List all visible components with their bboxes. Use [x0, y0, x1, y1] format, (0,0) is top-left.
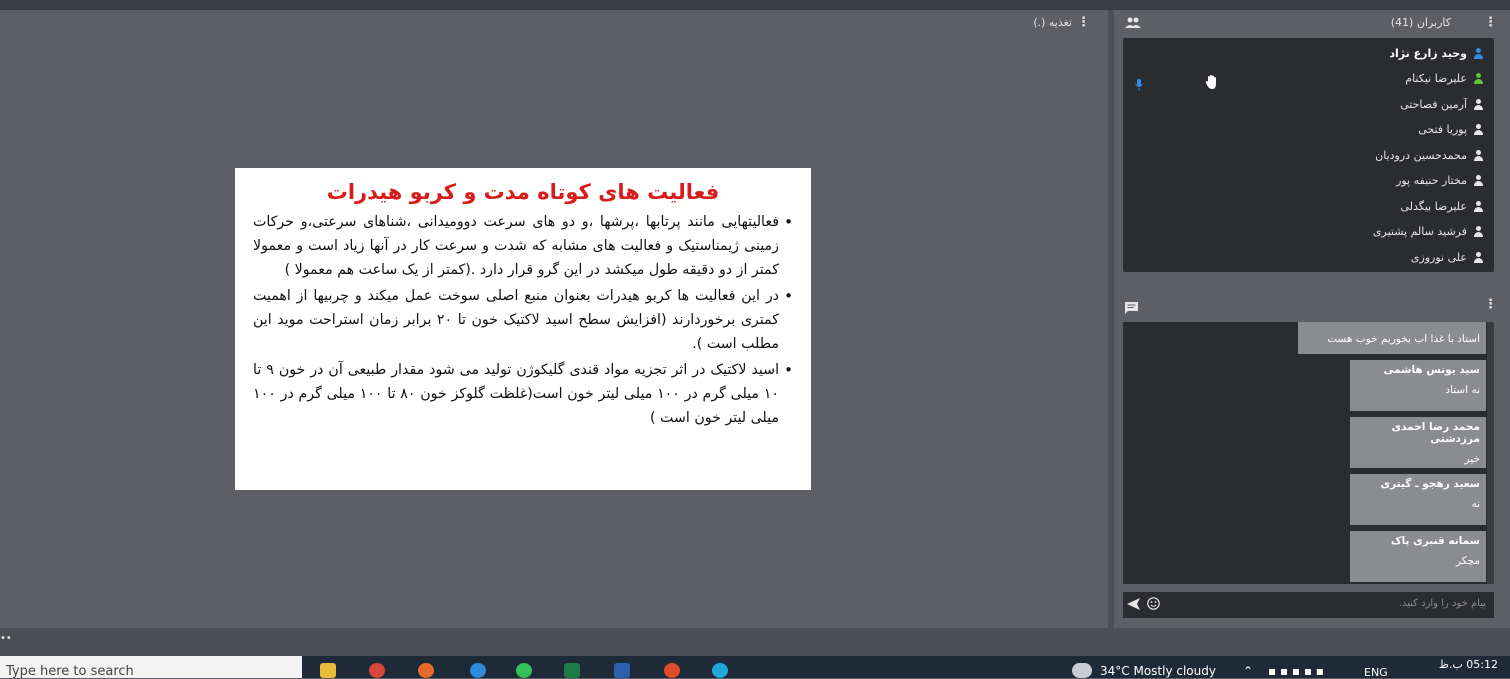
- chat-message-author: سید یونس هاشمی: [1383, 364, 1480, 376]
- chat-message: استاد با غذا اب بخوریم خوب هست: [1298, 322, 1486, 354]
- chat-message: محمد رضا احمدی مرزدشتی خیر: [1350, 417, 1486, 468]
- bottom-strip: [0, 628, 1510, 656]
- weather-cloud-icon[interactable]: [1072, 663, 1092, 678]
- user-list-item[interactable]: فرشید سالم پشتیری: [1373, 222, 1484, 242]
- presentation-title: تغذیه (.): [1033, 16, 1072, 29]
- chat-input-placeholder: پیام خود را وارد کنید.: [1398, 598, 1486, 609]
- taskbar-search-placeholder: Type here to search: [6, 664, 134, 678]
- file-explorer-icon[interactable]: [320, 663, 336, 678]
- emoji-icon[interactable]: [1147, 597, 1160, 613]
- send-icon[interactable]: [1127, 598, 1140, 613]
- user-name: پوریا فتحی: [1418, 123, 1467, 136]
- panel-divider[interactable]: [1108, 10, 1114, 628]
- user-name: فرشید سالم پشتیری: [1372, 225, 1467, 238]
- user-icon: [1473, 175, 1484, 186]
- slide-title: فعالیت های کوتاه مدت و کربو هیدرات: [326, 180, 720, 204]
- user-icon: [1473, 124, 1484, 135]
- taskbar-search[interactable]: Type here to search: [0, 656, 302, 678]
- user-name: علیرضا بیگدلی: [1400, 199, 1467, 213]
- excel-icon[interactable]: [564, 663, 580, 678]
- chat-message-author: محمد رضا احمدی مرزدشتی: [1391, 421, 1480, 445]
- chat-message-text: استاد با غذا اب بخوریم خوب هست: [1327, 333, 1480, 345]
- user-icon: [1473, 73, 1484, 84]
- user-icon: [1473, 149, 1484, 161]
- chat-message-text: نه: [1471, 498, 1480, 510]
- presentation-menu-icon[interactable]: ⋮: [1077, 16, 1090, 29]
- raised-hand-icon[interactable]: [1205, 74, 1219, 93]
- recorder-icon[interactable]: [664, 663, 680, 678]
- chat-panel: ⋮ استاد با غذا اب بخوریم خوب هست سید یون…: [1115, 290, 1503, 628]
- user-list-item[interactable]: علیرضا نیکنام: [1405, 69, 1484, 89]
- tray-chevron-icon[interactable]: ⌃: [1243, 664, 1253, 678]
- user-list-item[interactable]: آرمین فصاحتی: [1400, 94, 1484, 114]
- top-bar: [0, 0, 1510, 10]
- user-name: محمدحسین درودیان: [1375, 148, 1467, 162]
- cortana-icon[interactable]: [712, 663, 728, 678]
- user-name: وحید زارع نژاد: [1389, 46, 1467, 60]
- user-list-item[interactable]: محمدحسین درودیان: [1375, 145, 1484, 165]
- user-name: علی نوروزی: [1410, 250, 1467, 264]
- chat-icon: [1125, 299, 1138, 318]
- slide-bullets: فعالیتهایی مانند پرتابها ،پرشها ،و دو ها…: [253, 210, 793, 430]
- firefox-icon[interactable]: [418, 663, 434, 678]
- windows-taskbar: Type here to search 34°C Mostly cloudy ⌃…: [0, 656, 1510, 679]
- chat-menu-icon[interactable]: ⋮: [1484, 298, 1497, 311]
- user-icon: [1473, 98, 1484, 110]
- user-list-item[interactable]: پوریا فتحی: [1418, 120, 1484, 140]
- user-name: علیرضا نیکنام: [1405, 72, 1467, 85]
- slide: فعالیت های کوتاه مدت و کربو هیدرات فعالی…: [235, 168, 811, 490]
- chat-message: سعید رهجو ـ گیتری نه: [1350, 474, 1486, 525]
- chat-message: سمانه قنبری پاک مچکر: [1350, 531, 1486, 582]
- users-title: کاربران (41): [1390, 16, 1451, 29]
- user-name: مختار حنیفه پور: [1396, 174, 1467, 187]
- internet-explorer-icon[interactable]: [470, 663, 486, 678]
- chat-message-text: خیر: [1464, 453, 1480, 465]
- chrome-icon[interactable]: [369, 663, 385, 678]
- microphone-icon[interactable]: [1135, 76, 1143, 95]
- user-list-item[interactable]: علی نوروزی: [1411, 247, 1484, 267]
- chat-message-author: سمانه قنبری پاک: [1390, 535, 1480, 547]
- user-name: آرمین فصاحتی: [1400, 97, 1467, 111]
- users-menu-icon[interactable]: ⋮: [1484, 16, 1497, 29]
- chat-input[interactable]: پیام خود را وارد کنید.: [1123, 592, 1494, 618]
- chat-message: سید یونس هاشمی نه استاد: [1350, 360, 1486, 411]
- user-icon: [1473, 251, 1484, 263]
- chat-message-text: نه استاد: [1445, 384, 1480, 396]
- language-indicator[interactable]: ENG: [1364, 666, 1388, 679]
- user-list-item[interactable]: مختار حنیفه پور: [1396, 171, 1484, 191]
- slide-bullet: اسید لاکتیک در اثر تجزیه مواد قندی گلیکو…: [253, 358, 793, 430]
- chat-message-text: مچکر: [1456, 555, 1480, 567]
- user-icon: [1473, 200, 1484, 212]
- tray-icons[interactable]: ▪ ▪ ▪ ▪ ▪: [1268, 664, 1324, 678]
- taskbar-clock[interactable]: 05:12 ب.ظ: [1439, 658, 1498, 671]
- whatsapp-icon[interactable]: [516, 663, 532, 678]
- slide-bullet: در این فعالیت ها کربو هیدرات بعنوان منبع…: [253, 284, 793, 356]
- user-list-item[interactable]: وحید زارع نژاد: [1389, 43, 1484, 63]
- chat-messages[interactable]: استاد با غذا اب بخوریم خوب هست سید یونس …: [1123, 322, 1494, 584]
- user-icon: [1473, 226, 1484, 237]
- chat-message-author: سعید رهجو ـ گیتری: [1380, 478, 1480, 490]
- slide-bullet: فعالیتهایی مانند پرتابها ،پرشها ،و دو ها…: [253, 210, 793, 282]
- user-icon: [1473, 47, 1484, 59]
- users-list: وحید زارع نژاد علیرضا نیکنام آرمین فصاحتی پ…: [1123, 38, 1494, 272]
- more-dots-icon[interactable]: ••: [0, 633, 12, 644]
- weather-text[interactable]: 34°C Mostly cloudy: [1100, 664, 1216, 678]
- users-panel: کاربران (41) ⋮ وحید زارع نژاد علیرضا نیکن…: [1115, 10, 1503, 280]
- chat-scrollbar[interactable]: [1487, 322, 1494, 584]
- word-icon[interactable]: [614, 663, 630, 678]
- user-list-item[interactable]: علیرضا بیگدلی: [1400, 196, 1484, 216]
- users-icon: [1125, 17, 1141, 31]
